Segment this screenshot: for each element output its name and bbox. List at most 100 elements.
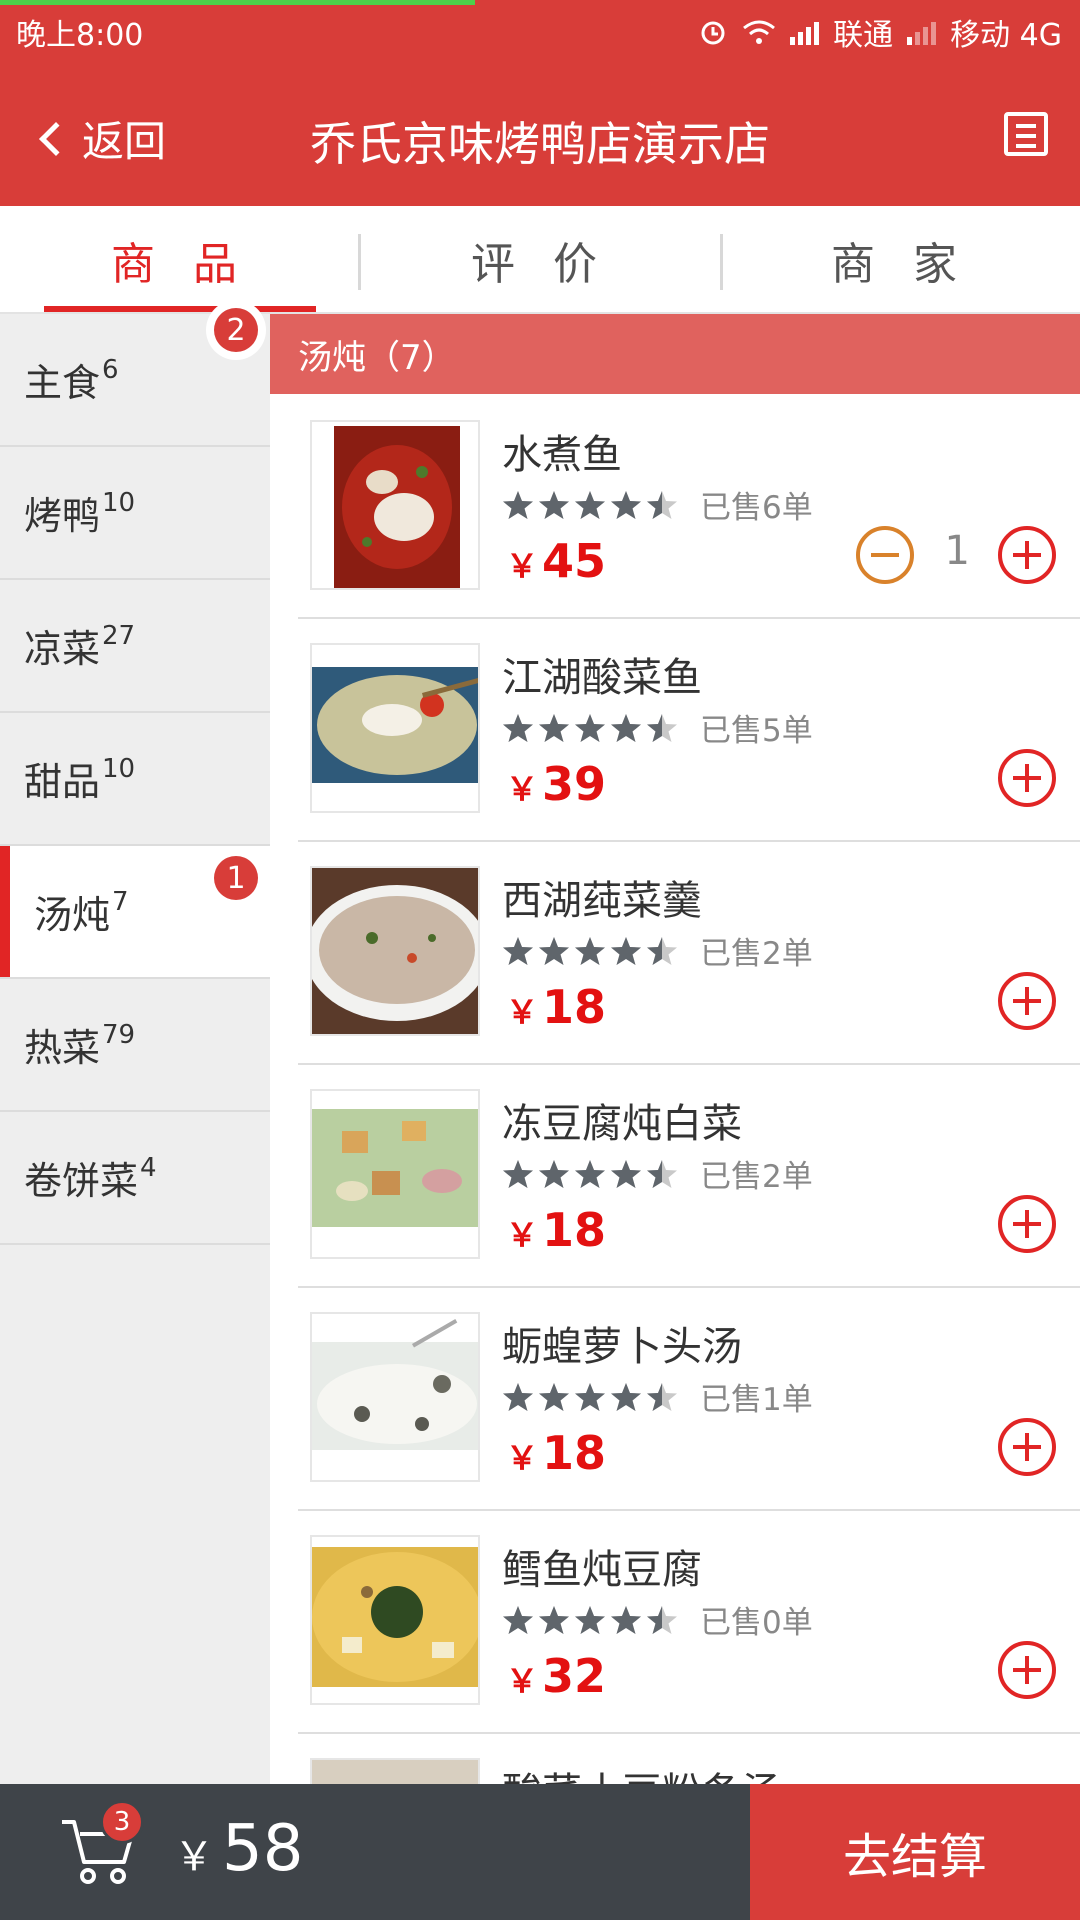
currency-symbol: ￥	[506, 1439, 539, 1477]
star-rating-icon	[502, 1158, 678, 1190]
currency-symbol: ￥	[506, 1216, 539, 1254]
price-value: 39	[542, 757, 607, 811]
status-time: 晚上8:00	[16, 18, 144, 53]
star-icon	[539, 1159, 569, 1188]
star-icon	[647, 936, 677, 965]
star-icon	[539, 713, 569, 742]
app-header: 返回 乔氏京味烤鸭店演示店	[0, 58, 1080, 206]
star-rating-icon	[502, 1604, 678, 1636]
product-item[interactable]: 江湖酸菜鱼 已售5单 ￥ 39	[298, 619, 1080, 842]
sold-count: 已售5单	[700, 713, 813, 749]
product-item[interactable]: 蛎蝗萝卜头汤 已售1单 ￥ 18	[298, 1288, 1080, 1511]
star-icon	[503, 1159, 533, 1188]
sidebar-item-wrap-dishes[interactable]: 卷饼菜 4	[0, 1112, 270, 1245]
page-title: 乔氏京味烤鸭店演示店	[310, 117, 770, 171]
tab-reviews[interactable]: 评 价	[360, 206, 720, 314]
section-header: 汤炖（7）	[270, 314, 1080, 394]
star-icon	[503, 936, 533, 965]
checkout-button[interactable]: 去结算	[750, 1784, 1080, 1920]
product-name: 水煮鱼	[502, 432, 622, 478]
plus-circle-icon[interactable]	[996, 970, 1058, 1032]
sold-count: 已售6单	[700, 490, 813, 526]
product-item[interactable]: 鳕鱼炖豆腐 已售0单 ￥ 32	[298, 1511, 1080, 1734]
product-image	[310, 1535, 480, 1705]
star-rating-icon	[502, 712, 678, 744]
star-icon	[575, 936, 605, 965]
price-value: 18	[542, 980, 607, 1034]
product-name: 酸菜土豆粉条汤	[502, 1760, 782, 1784]
product-image	[310, 1089, 480, 1259]
category-label: 汤炖	[34, 893, 111, 937]
quantity-value: 1	[944, 528, 970, 574]
plus-circle-icon[interactable]	[996, 1193, 1058, 1255]
star-icon	[611, 490, 641, 519]
currency-symbol: ￥	[506, 770, 539, 808]
star-icon	[539, 1382, 569, 1411]
plus-circle-icon[interactable]	[996, 1639, 1058, 1701]
category-label: 卷饼菜	[24, 1159, 139, 1203]
rating-stars: 已售2单	[502, 928, 813, 973]
price-value: 32	[542, 1649, 607, 1703]
star-icon	[611, 936, 641, 965]
currency-symbol: ￥	[174, 1834, 214, 1880]
tab-goods[interactable]: 商 品	[0, 206, 360, 314]
star-icon	[575, 713, 605, 742]
sidebar-item-staple[interactable]: 主食 6 2	[0, 308, 270, 447]
rating-stars: 已售2单	[502, 1151, 813, 1196]
star-icon	[539, 1605, 569, 1634]
product-name: 蛎蝗萝卜头汤	[502, 1324, 742, 1370]
sold-count: 已售2单	[700, 936, 813, 972]
star-icon	[611, 1382, 641, 1411]
star-icon	[575, 1159, 605, 1188]
product-name: 江湖酸菜鱼	[502, 655, 702, 701]
star-rating-icon	[502, 935, 678, 967]
category-count: 27	[102, 620, 136, 651]
star-icon	[611, 713, 641, 742]
carrier-2: 移动 4G	[950, 18, 1062, 53]
tab-bar: 商 品 评 价 商 家	[0, 206, 1080, 314]
tab-merchant[interactable]: 商 家	[720, 206, 1080, 314]
cart-count-badge: 3	[100, 1800, 144, 1844]
category-badge: 2	[214, 308, 258, 352]
page-load-progress	[0, 0, 475, 5]
rating-stars: 已售1单	[502, 1374, 813, 1419]
price-value: 18	[542, 1426, 607, 1480]
price-value: 45	[542, 534, 607, 588]
minus-circle-icon[interactable]	[854, 524, 916, 586]
app-root: 晚上8:00 联通 移动 4G 返回 乔氏京味烤鸭店演示店 商 品 评 价 商 …	[0, 0, 1080, 1920]
star-rating-icon	[502, 489, 678, 521]
star-icon	[647, 1605, 677, 1634]
product-name: 鳕鱼炖豆腐	[502, 1547, 702, 1593]
product-item[interactable]: 水煮鱼 已售6单 ￥ 45 1	[298, 396, 1080, 619]
receipt-icon[interactable]	[1004, 112, 1048, 156]
sold-count: 已售0单	[700, 1605, 813, 1641]
sidebar-item-soups[interactable]: 汤炖 7 1	[0, 846, 270, 979]
category-sidebar: 主食 6 2 烤鸭 10 凉菜 27 甜品 10 汤炖 7 1 热菜 79 卷饼菜 4	[0, 308, 270, 1784]
star-icon	[539, 490, 569, 519]
category-count: 10	[102, 753, 136, 784]
star-icon	[503, 1605, 533, 1634]
category-label: 凉菜	[24, 627, 101, 671]
rating-stars: 已售0单	[502, 1597, 813, 1642]
sidebar-item-cold-dishes[interactable]: 凉菜 27	[0, 580, 270, 713]
signal-icon	[790, 19, 820, 45]
product-image	[310, 643, 480, 813]
product-item[interactable]: 西湖莼菜羹 已售2单 ￥ 18	[298, 842, 1080, 1065]
currency-symbol: ￥	[506, 1662, 539, 1700]
plus-circle-icon[interactable]	[996, 747, 1058, 809]
star-icon	[575, 1605, 605, 1634]
product-price: ￥ 18	[506, 980, 606, 1034]
sidebar-item-roast-duck[interactable]: 烤鸭 10	[0, 447, 270, 580]
product-price: ￥ 18	[506, 1426, 606, 1480]
product-item[interactable]: 酸菜土豆粉条汤 ￥ 14	[298, 1734, 1080, 1784]
plus-circle-icon[interactable]	[996, 524, 1058, 586]
sidebar-item-hot-dishes[interactable]: 热菜 79	[0, 979, 270, 1112]
plus-circle-icon[interactable]	[996, 1416, 1058, 1478]
rating-stars: 已售6单	[502, 482, 813, 527]
product-item[interactable]: 冻豆腐炖白菜 已售2单 ￥ 18	[298, 1065, 1080, 1288]
star-icon	[611, 1605, 641, 1634]
sidebar-item-desserts[interactable]: 甜品 10	[0, 713, 270, 846]
product-price: ￥ 18	[506, 1203, 606, 1257]
category-count: 4	[140, 1152, 157, 1183]
sold-count: 已售1单	[700, 1382, 813, 1418]
